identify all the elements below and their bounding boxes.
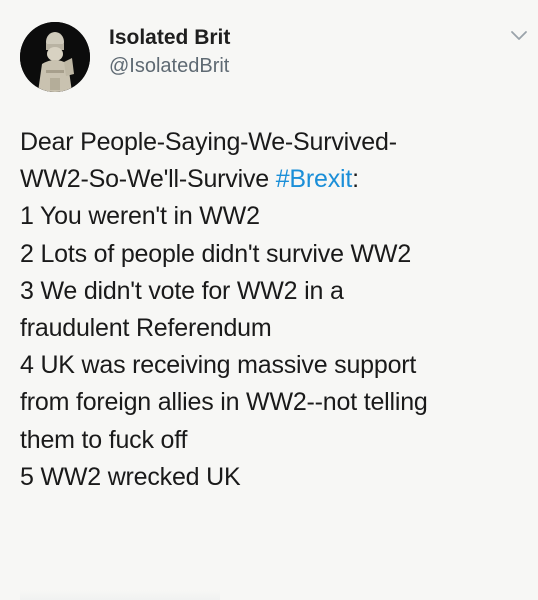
- hashtag-link[interactable]: #Brexit: [276, 165, 353, 193]
- tweet-line: them to fuck off: [20, 425, 188, 454]
- tweet-text: Dear People-Saying-We-Survived- WW2-So-W…: [20, 124, 530, 496]
- author-handle[interactable]: @IsolatedBrit: [109, 55, 229, 78]
- tweet-line: 2 Lots of people didn't survive WW2: [20, 239, 412, 268]
- tweet-line-suffix: :: [352, 165, 359, 194]
- tweet-line: from foreign allies in WW2--not telling: [20, 388, 428, 417]
- author-display-name[interactable]: Isolated Brit: [109, 26, 230, 50]
- tweet-line: Dear People-Saying-We-Survived-: [20, 128, 397, 156]
- tweet-line: 4 UK was receiving massive support: [20, 351, 417, 380]
- tweet-line: WW2-So-We'll-Survive #Brexit:: [20, 161, 530, 198]
- chess-piece-avatar-icon: [20, 22, 90, 92]
- bottom-edge-shadow: [20, 590, 220, 600]
- tweet-line: 3 We didn't vote for WW2 in a: [20, 276, 344, 305]
- tweet-line-text: WW2-So-We'll-Survive: [20, 165, 276, 194]
- tweet-card: Isolated Brit @IsolatedBrit Dear People-…: [0, 0, 538, 600]
- tweet-line: 5 WW2 wrecked UK: [20, 462, 241, 491]
- tweet-line: fraudulent Referendum: [20, 314, 272, 343]
- avatar[interactable]: [20, 22, 90, 92]
- chevron-down-icon[interactable]: [510, 28, 528, 42]
- tweet-line: 1 You weren't in WW2: [20, 202, 260, 231]
